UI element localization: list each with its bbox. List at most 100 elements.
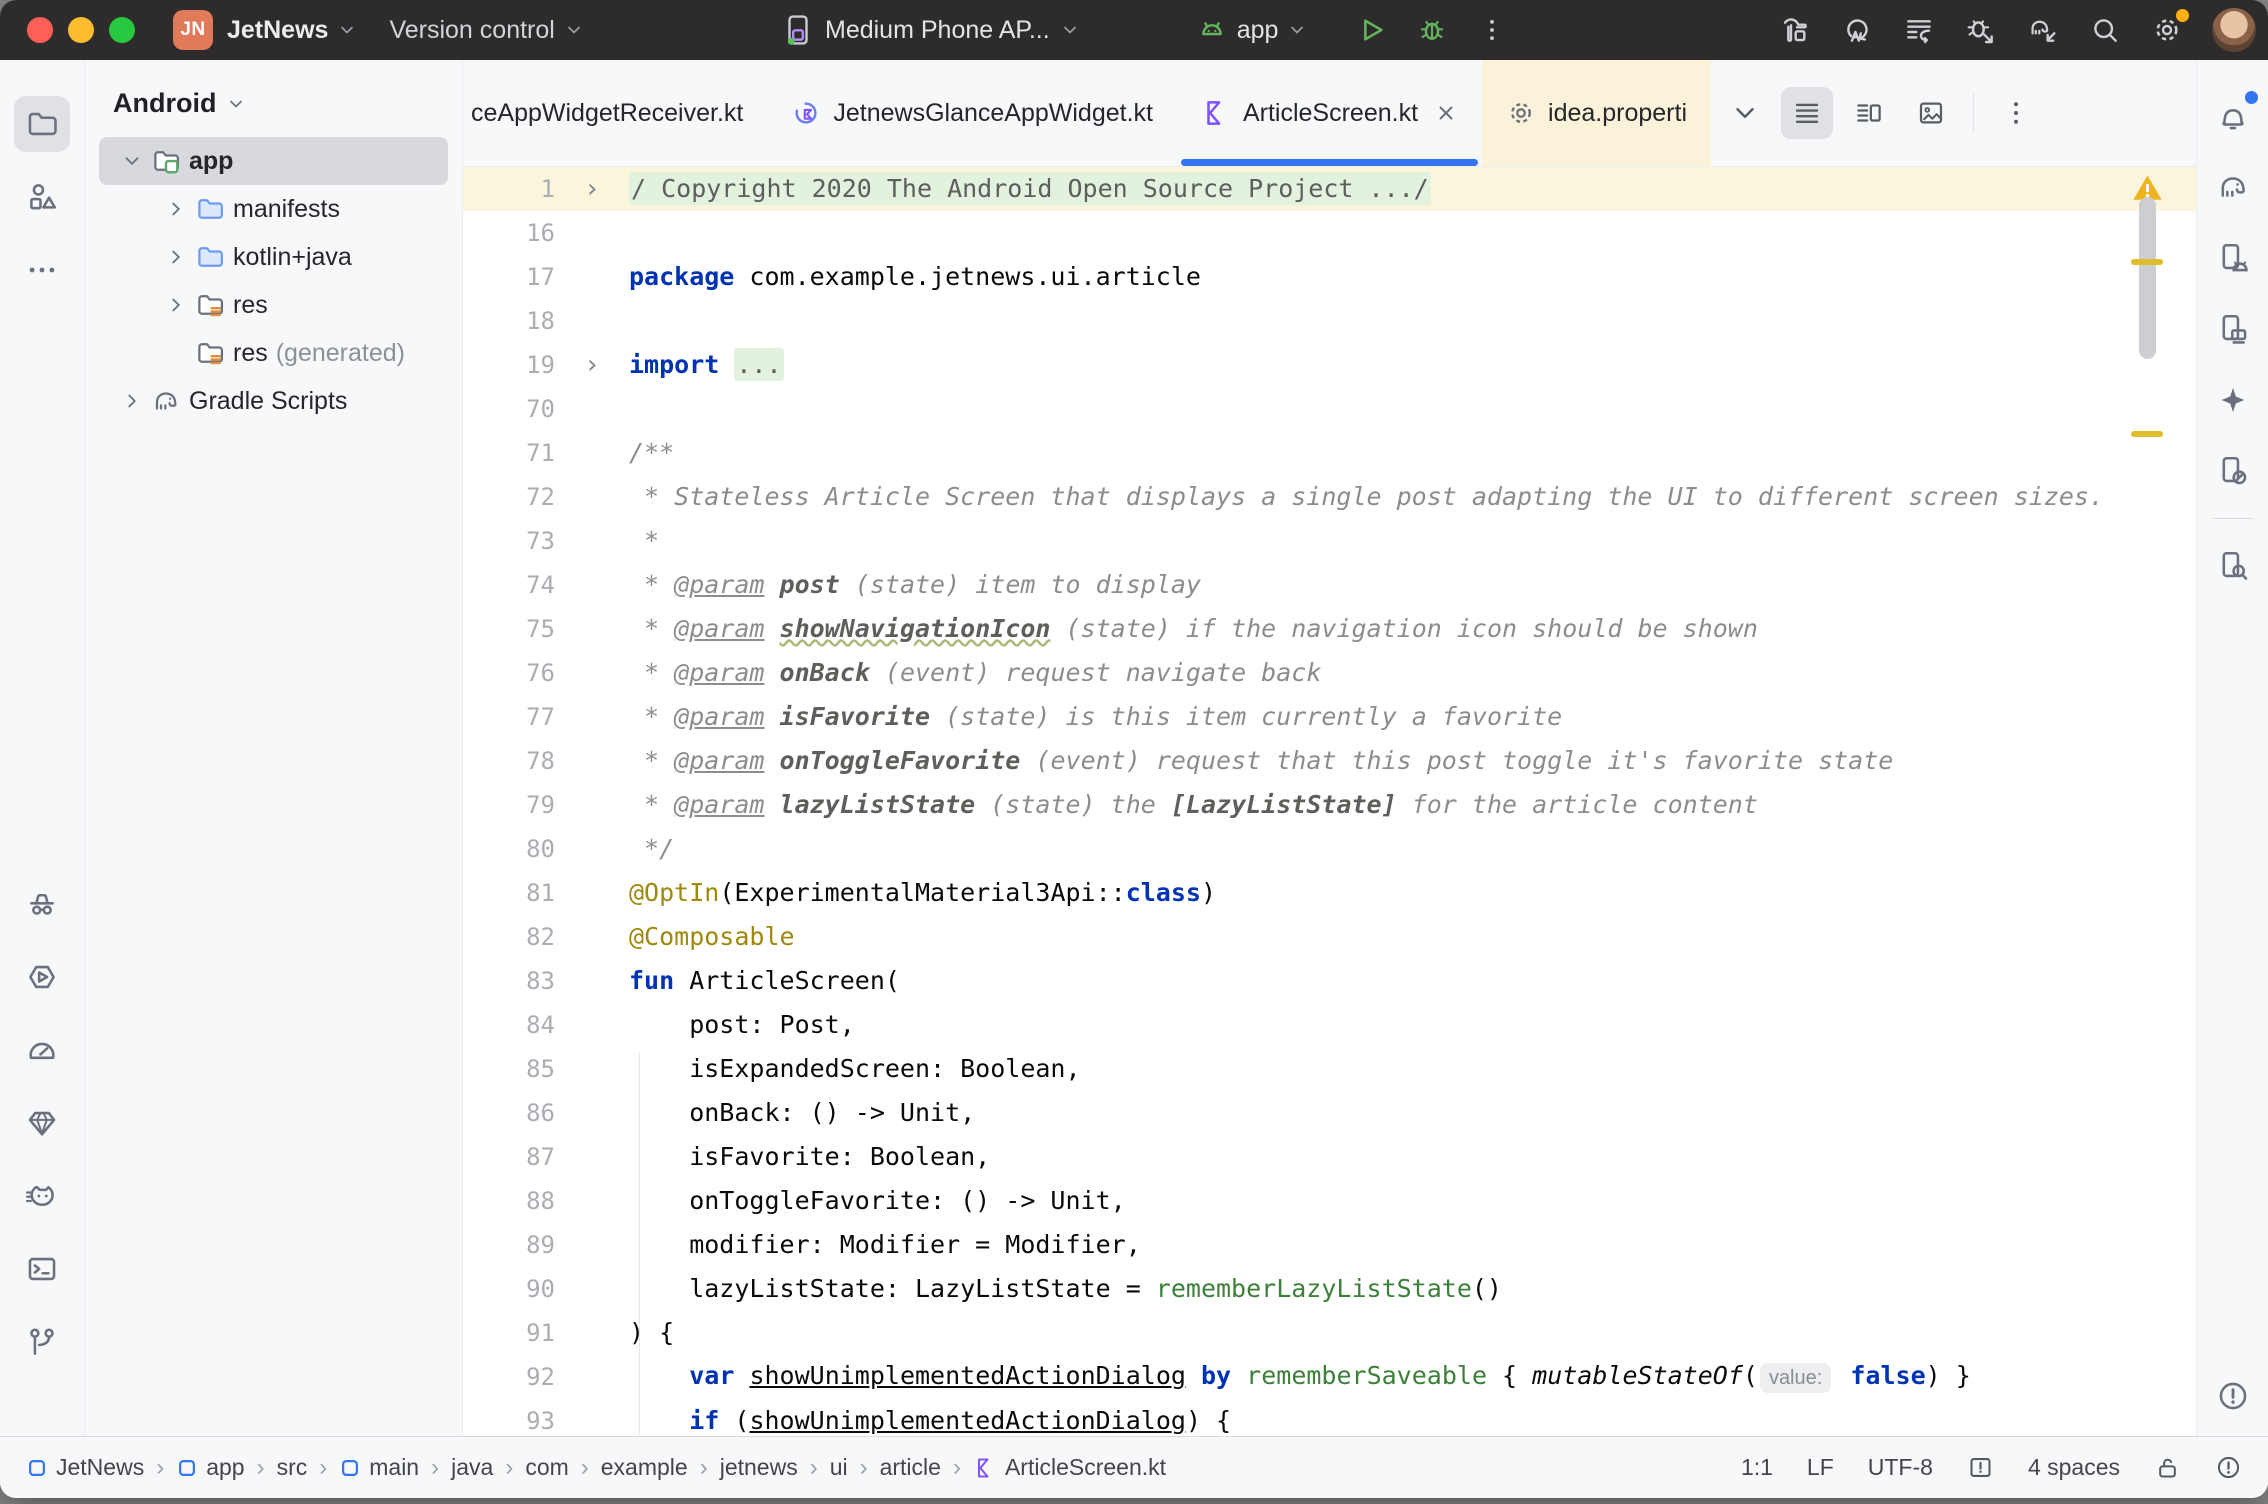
code-line-18[interactable]: 18 <box>463 299 2196 343</box>
code-line-89[interactable]: 89 modifier: Modifier = Modifier, <box>463 1223 2196 1267</box>
breadcrumb-item-com[interactable]: com <box>525 1454 568 1481</box>
version-control-tool-button[interactable] <box>14 1314 70 1370</box>
more-tool-windows-button[interactable] <box>14 242 70 298</box>
breadcrumb-item-main[interactable]: main <box>339 1454 419 1481</box>
code-line-76[interactable]: 76 * @param onBack (event) request navig… <box>463 651 2196 695</box>
resource-manager-tool-button[interactable] <box>14 169 70 225</box>
settings-button[interactable] <box>2144 7 2190 53</box>
app-inspection-button[interactable] <box>2205 538 2261 594</box>
run-button[interactable] <box>1349 7 1395 53</box>
split-view-button[interactable] <box>1843 87 1895 139</box>
gemini-tool-button[interactable] <box>2205 372 2261 428</box>
code-line-87[interactable]: 87 isFavorite: Boolean, <box>463 1135 2196 1179</box>
tab-article-screen[interactable]: ArticleScreen.kt <box>1177 60 1482 166</box>
code-line-88[interactable]: 88 onToggleFavorite: () -> Unit, <box>463 1179 2196 1223</box>
code-line-19[interactable]: 19›import ... <box>463 343 2196 387</box>
tree-item-kotlin-java[interactable]: kotlin+java <box>99 233 448 281</box>
breadcrumb-item-app[interactable]: app <box>176 1454 244 1481</box>
build-button[interactable] <box>1772 7 1818 53</box>
app-quality-insights-tool-button[interactable] <box>14 1095 70 1151</box>
debug-button[interactable] <box>1409 7 1455 53</box>
code-line-1[interactable]: 1›/ Copyright 2020 The Android Open Sour… <box>463 167 2196 211</box>
breadcrumb-item-java[interactable]: java <box>451 1454 493 1481</box>
close-window-button[interactable] <box>27 17 53 43</box>
code-line-71[interactable]: 71/** <box>463 431 2196 475</box>
version-control-menu[interactable]: Version control <box>389 16 583 45</box>
run-configuration-selector[interactable]: app <box>1196 14 1308 46</box>
breadcrumb-item-src[interactable]: src <box>277 1454 308 1481</box>
unlock-icon[interactable] <box>2154 1454 2181 1481</box>
code-line-80[interactable]: 80 */ <box>463 827 2196 871</box>
code-editor[interactable]: 1›/ Copyright 2020 The Android Open Sour… <box>463 167 2196 1436</box>
apply-changes-button[interactable] <box>1834 7 1880 53</box>
tree-item-res[interactable]: res <box>99 281 448 329</box>
code-line-17[interactable]: 17package com.example.jetnews.ui.article <box>463 255 2196 299</box>
problems-tool-button[interactable] <box>2205 1368 2261 1424</box>
code-view-button[interactable] <box>1781 87 1833 139</box>
code-line-16[interactable]: 16 <box>463 211 2196 255</box>
indent-widget[interactable]: 4 spaces <box>2028 1454 2120 1481</box>
running-devices-panel-button[interactable] <box>2205 301 2261 357</box>
tree-item-manifests[interactable]: manifests <box>99 185 448 233</box>
breadcrumb-item-article[interactable]: article <box>880 1454 941 1481</box>
design-view-button[interactable] <box>1905 87 1957 139</box>
editor-options-button[interactable] <box>1990 87 2042 139</box>
code-line-83[interactable]: 83fun ArticleScreen( <box>463 959 2196 1003</box>
code-line-74[interactable]: 74 * @param post (state) item to display <box>463 563 2196 607</box>
minimize-window-button[interactable] <box>68 17 94 43</box>
chevron-right-icon[interactable] <box>165 246 187 268</box>
project-view-selector[interactable]: Android <box>85 74 462 137</box>
search-everywhere-button[interactable] <box>2082 7 2128 53</box>
code-line-79[interactable]: 79 * @param lazyListState (state) the [L… <box>463 783 2196 827</box>
code-line-85[interactable]: 85 isExpandedScreen: Boolean, <box>463 1047 2196 1091</box>
code-line-77[interactable]: 77 * @param isFavorite (state) is this i… <box>463 695 2196 739</box>
code-line-92[interactable]: 92 var showUnimplementedActionDialog by … <box>463 1355 2196 1399</box>
code-line-93[interactable]: 93 if (showUnimplementedActionDialog) { <box>463 1399 2196 1436</box>
tab-list-dropdown-button[interactable] <box>1719 87 1771 139</box>
tab-jetnews-glance-app-widget[interactable]: JetnewsGlanceAppWidget.kt <box>767 60 1177 166</box>
apply-code-changes-button[interactable] <box>1896 7 1942 53</box>
notifications-button[interactable] <box>2205 88 2261 144</box>
zoom-window-button[interactable] <box>109 17 135 43</box>
code-line-82[interactable]: 82@Composable <box>463 915 2196 959</box>
code-line-73[interactable]: 73 * <box>463 519 2196 563</box>
project-tool-button[interactable] <box>14 96 70 152</box>
breadcrumb-item-example[interactable]: example <box>601 1454 688 1481</box>
chevron-right-icon[interactable] <box>165 198 187 220</box>
tab-glance-app-widget-receiver[interactable]: ceAppWidgetReceiver.kt <box>463 60 767 166</box>
chevron-right-icon[interactable] <box>165 294 187 316</box>
code-line-91[interactable]: 91) { <box>463 1311 2196 1355</box>
code-line-86[interactable]: 86 onBack: () -> Unit, <box>463 1091 2196 1135</box>
terminal-tool-button[interactable] <box>14 1241 70 1297</box>
code-line-78[interactable]: 78 * @param onToggleFavorite (event) req… <box>463 739 2196 783</box>
logcat-tool-button[interactable] <box>14 1168 70 1224</box>
editor-scrollbar[interactable] <box>2139 197 2156 359</box>
gradle-sync-button[interactable] <box>2020 7 2066 53</box>
breadcrumb-item-articlescreen-kt[interactable]: ArticleScreen.kt <box>973 1454 1166 1481</box>
project-selector[interactable]: JetNews <box>227 16 357 45</box>
breadcrumb-item-jetnews[interactable]: jetnews <box>720 1454 798 1481</box>
line-separator-widget[interactable]: LF <box>1807 1454 1834 1481</box>
code-line-72[interactable]: 72 * Stateless Article Screen that displ… <box>463 475 2196 519</box>
code-line-84[interactable]: 84 post: Post, <box>463 1003 2196 1047</box>
code-line-70[interactable]: 70 <box>463 387 2196 431</box>
alert-circle-icon[interactable] <box>2215 1454 2242 1481</box>
tree-item-app[interactable]: app <box>99 137 448 185</box>
tree-item-gradle-scripts[interactable]: Gradle Scripts <box>99 377 448 425</box>
chevron-right-icon[interactable] <box>121 390 143 412</box>
encoding-widget[interactable]: UTF-8 <box>1868 1454 1933 1481</box>
fold-arrow-icon[interactable]: › <box>555 343 629 387</box>
breadcrumb-item-jetnews[interactable]: JetNews <box>26 1454 144 1481</box>
profiler-tool-button[interactable] <box>14 1022 70 1078</box>
fold-arrow-icon[interactable]: › <box>555 167 629 211</box>
user-avatar[interactable] <box>2212 8 2256 52</box>
gradle-tool-button[interactable] <box>2205 159 2261 215</box>
code-line-81[interactable]: 81@OptIn(ExperimentalMaterial3Api::class… <box>463 871 2196 915</box>
code-line-75[interactable]: 75 * @param showNavigationIcon (state) i… <box>463 607 2196 651</box>
build-variants-tool-button[interactable] <box>14 876 70 932</box>
device-manager-tool-button[interactable] <box>2205 230 2261 286</box>
scrollbar-warning-mark[interactable] <box>2131 431 2163 437</box>
attach-debugger-button[interactable] <box>1958 7 2004 53</box>
device-selector[interactable]: Medium Phone AP... <box>781 13 1080 47</box>
scrollbar-warning-mark[interactable] <box>2131 259 2163 265</box>
